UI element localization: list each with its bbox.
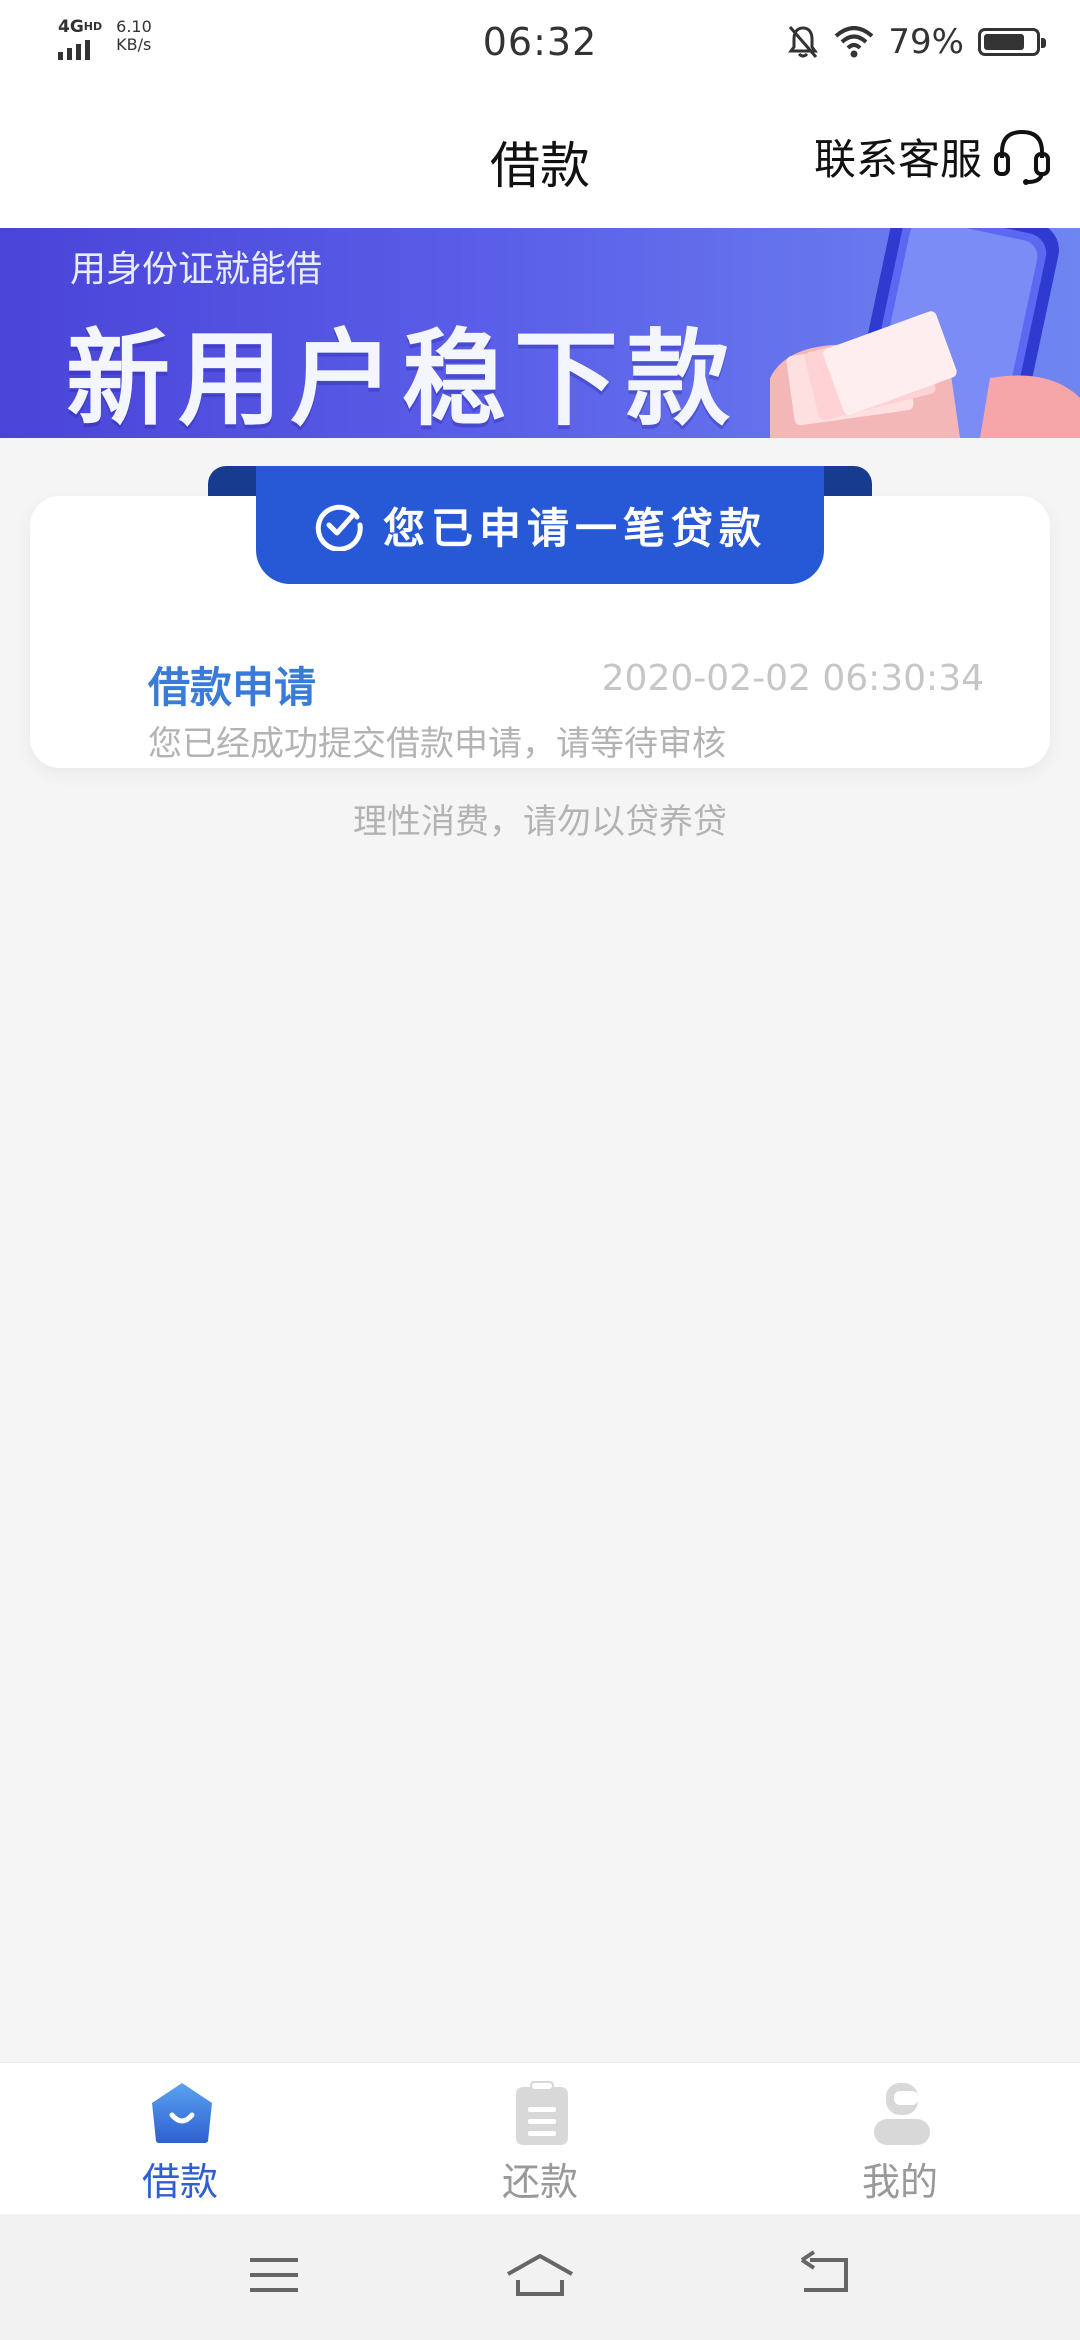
application-description: 您已经成功提交借款申请，请等待审核 bbox=[148, 724, 726, 764]
battery-percent: 79% bbox=[888, 22, 964, 62]
screen: 4GHD 6.10 KB/s 06:32 79% 借款 联系客服 用身份证就能借… bbox=[0, 0, 1080, 2340]
menu-icon[interactable] bbox=[244, 2250, 304, 2300]
tab-borrow[interactable]: 借款 bbox=[0, 2063, 360, 2215]
headset-icon bbox=[994, 129, 1050, 185]
tab-mine[interactable]: 我的 bbox=[720, 2063, 1080, 2215]
loan-applied-ribbon: 您已申请一笔贷款 bbox=[256, 466, 824, 584]
status-bar: 4GHD 6.10 KB/s 06:32 79% bbox=[0, 0, 1080, 86]
status-icons: 79% bbox=[786, 22, 1046, 62]
banner-subtitle: 用身份证就能借 bbox=[70, 249, 323, 290]
battery-level bbox=[984, 34, 1024, 50]
contact-support-button[interactable]: 联系客服 bbox=[814, 124, 1052, 188]
profile-icon bbox=[874, 2083, 930, 2145]
bottom-tab-bar: 借款 还款 我的 bbox=[0, 2062, 1080, 2215]
mute-bell-icon bbox=[788, 26, 819, 58]
system-nav-bar bbox=[0, 2214, 1080, 2340]
phone-money-illustration bbox=[770, 228, 1080, 438]
home-icon[interactable] bbox=[504, 2250, 576, 2300]
back-icon[interactable] bbox=[796, 2250, 856, 2300]
application-timestamp: 2020-02-02 06:30:34 bbox=[601, 658, 984, 699]
tab-mine-label: 我的 bbox=[861, 2160, 938, 2204]
tab-repay-label: 还款 bbox=[501, 2160, 578, 2204]
application-status-card: 借款申请 2020-02-02 06:30:34 您已经成功提交借款申请，请等待… bbox=[30, 466, 1050, 768]
battery-icon bbox=[978, 28, 1046, 56]
tab-borrow-label: 借款 bbox=[141, 2160, 218, 2204]
header: 借款 联系客服 bbox=[0, 86, 1080, 228]
home-bag-icon bbox=[152, 2083, 212, 2143]
clipboard-icon bbox=[516, 2081, 568, 2145]
wifi-icon bbox=[835, 26, 874, 58]
responsible-borrowing-note: 理性消费，请勿以贷养贷 bbox=[353, 802, 727, 842]
application-title: 借款申请 bbox=[148, 663, 317, 712]
ribbon-label: 您已申请一笔贷款 bbox=[382, 503, 767, 553]
banner-headline: 新用户稳下款 bbox=[66, 318, 739, 438]
promo-banner[interactable]: 用身份证就能借 新用户稳下款 bbox=[0, 228, 1080, 438]
check-circle-icon bbox=[315, 504, 363, 551]
contact-support-label: 联系客服 bbox=[813, 134, 982, 184]
tab-repay[interactable]: 还款 bbox=[360, 2063, 720, 2215]
